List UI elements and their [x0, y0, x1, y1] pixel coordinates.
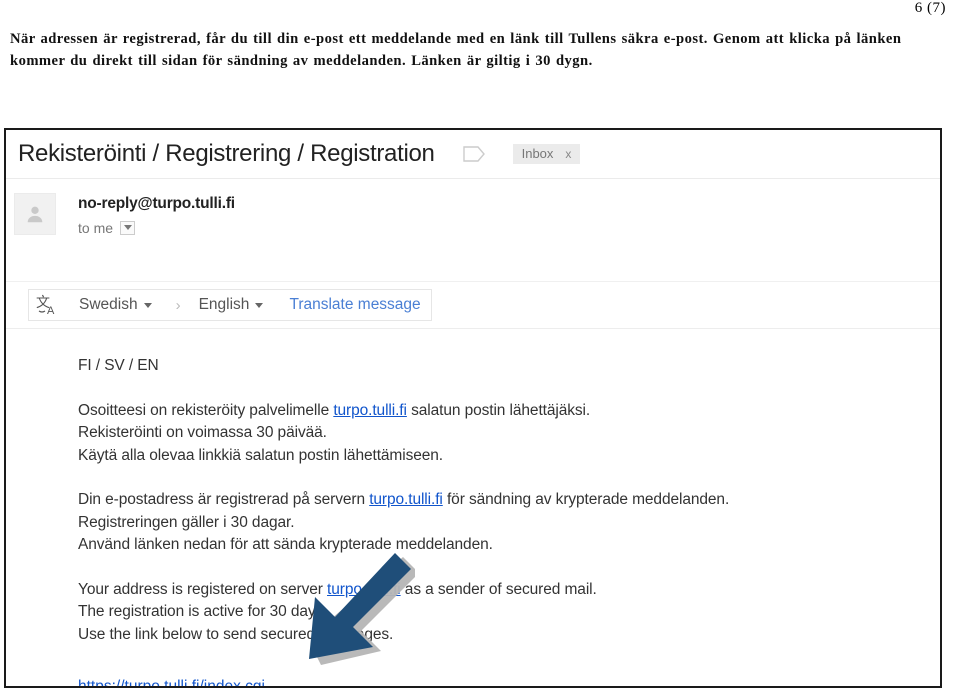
swedish-paragraph: Din e-postadress är registrerad på serve…: [78, 489, 940, 557]
translate-target-language[interactable]: English: [199, 296, 264, 314]
translate-row: 文 A Swedish › English Translate message: [6, 282, 940, 329]
translate-source-language[interactable]: Swedish: [79, 296, 152, 314]
email-subject-title: Rekisteröinti / Registrering / Registrat…: [18, 140, 435, 167]
translate-message-link[interactable]: Translate message: [289, 296, 420, 314]
avatar: [14, 193, 56, 235]
person-avatar-icon: [27, 206, 43, 223]
translate-direction-arrow-icon: ›: [175, 296, 181, 314]
sender-meta: no-reply@turpo.tulli.fi to me: [78, 193, 235, 236]
server-link-sv[interactable]: turpo.tulli.fi: [369, 491, 443, 508]
inbox-label-text: Inbox: [521, 146, 554, 161]
languages-line: FI / SV / EN: [78, 357, 159, 374]
english-line-3: Use the link below to send secured messa…: [78, 625, 394, 643]
server-link-en[interactable]: turpo.tulli.fi: [327, 581, 401, 598]
inbox-label-chip[interactable]: Inbox x: [512, 144, 581, 164]
email-screenshot: Rekisteröinti / Registrering / Registrat…: [4, 128, 942, 688]
english-paragraph: Your address is registered on server tur…: [78, 579, 940, 647]
english-line-1-suffix: as a sender of secured mail.: [400, 580, 597, 598]
chevron-down-icon[interactable]: [120, 221, 136, 235]
translate-bar: 文 A Swedish › English Translate message: [28, 289, 432, 321]
sender-address[interactable]: no-reply@turpo.tulli.fi: [78, 195, 235, 213]
chevron-down-icon: [143, 302, 152, 308]
swedish-line-3: Använd länken nedan för att sända krypte…: [78, 536, 493, 553]
email-sender-row: no-reply@turpo.tulli.fi to me: [6, 179, 940, 282]
finnish-line-1-prefix: Osoitteesi on rekisteröity palvelimelle: [78, 401, 334, 419]
recipient-line: to me: [78, 220, 235, 236]
remove-label-icon[interactable]: x: [565, 144, 571, 164]
finnish-paragraph: Osoitteesi on rekisteröity palvelimelle …: [78, 400, 940, 468]
google-translate-icon: 文 A: [36, 295, 55, 317]
translate-target-label: English: [198, 296, 250, 313]
languages-line-block: FI / SV / EN: [78, 355, 940, 378]
server-link-fi[interactable]: turpo.tulli.fi: [333, 402, 407, 419]
svg-text:A: A: [47, 305, 55, 317]
chevron-down-icon: [255, 302, 264, 308]
swedish-line-1-suffix: för sändning av krypterade meddelanden.: [442, 491, 730, 508]
english-line-1-prefix: Your address is registered on server: [78, 580, 328, 598]
translate-source-label: Swedish: [79, 296, 138, 313]
swedish-line-2: Registreringen gäller i 30 dagar.: [78, 513, 295, 531]
label-tag-icon[interactable]: [462, 146, 485, 162]
email-message-body: FI / SV / EN Osoitteesi on rekisteröity …: [6, 329, 940, 686]
english-line-2: The registration is active for 30 days.: [78, 603, 328, 620]
finnish-line-3: Käytä alla olevaa linkkiä salatun postin…: [78, 446, 444, 464]
email-subject-row: Rekisteröinti / Registrering / Registrat…: [6, 130, 940, 179]
registration-link[interactable]: https://turpo.tulli.fi/index.cgi: [78, 676, 265, 686]
finnish-line-1-suffix: salatun postin lähettäjäksi.: [406, 401, 591, 419]
swedish-line-1: Din e-postadress är registrerad på serve…: [78, 489, 940, 512]
finnish-line-2: Rekisteröinti on voimassa 30 päivää.: [78, 424, 327, 441]
intro-paragraph: När adressen är registrerad, får du till…: [10, 31, 902, 69]
english-line-1: Your address is registered on server tur…: [78, 579, 940, 602]
recipient-label: to me: [78, 220, 114, 236]
page-number: 6 (7): [914, 0, 946, 16]
swedish-line-1-prefix: Din e-postadress är registrerad på serve…: [78, 491, 370, 508]
finnish-line-1: Osoitteesi on rekisteröity palvelimelle …: [78, 400, 940, 423]
